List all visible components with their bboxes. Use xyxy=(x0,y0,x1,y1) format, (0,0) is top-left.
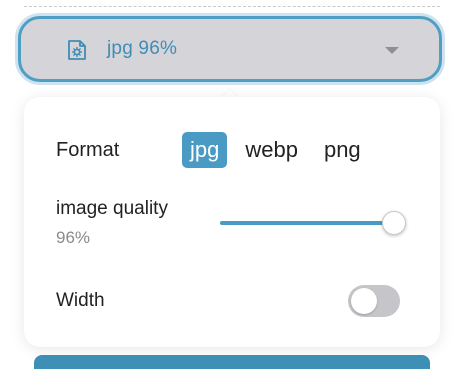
format-option-jpg[interactable]: jpg xyxy=(182,132,228,168)
bottom-action-bar[interactable] xyxy=(34,355,430,369)
format-options: jpg webp png xyxy=(182,132,369,168)
file-settings-icon xyxy=(68,40,86,60)
image-quality-slider[interactable] xyxy=(220,211,406,235)
slider-fill xyxy=(220,221,393,225)
format-option-png[interactable]: png xyxy=(316,132,369,168)
top-divider xyxy=(24,6,440,7)
slider-thumb[interactable] xyxy=(381,211,406,235)
settings-popover: Format jpg webp png image quality 96% Wi… xyxy=(24,97,440,347)
dropdown-label: jpg 96% xyxy=(107,38,178,59)
toggle-knob xyxy=(351,288,377,314)
image-quality-value: 96% xyxy=(56,228,91,247)
format-label: Format xyxy=(56,139,120,161)
chevron-down-icon xyxy=(385,47,399,54)
format-quality-dropdown[interactable]: jpg 96% xyxy=(18,16,442,82)
format-option-webp[interactable]: webp xyxy=(237,132,306,168)
width-toggle[interactable] xyxy=(348,285,400,317)
width-label: Width xyxy=(56,290,105,311)
image-quality-label: image quality xyxy=(56,198,168,219)
